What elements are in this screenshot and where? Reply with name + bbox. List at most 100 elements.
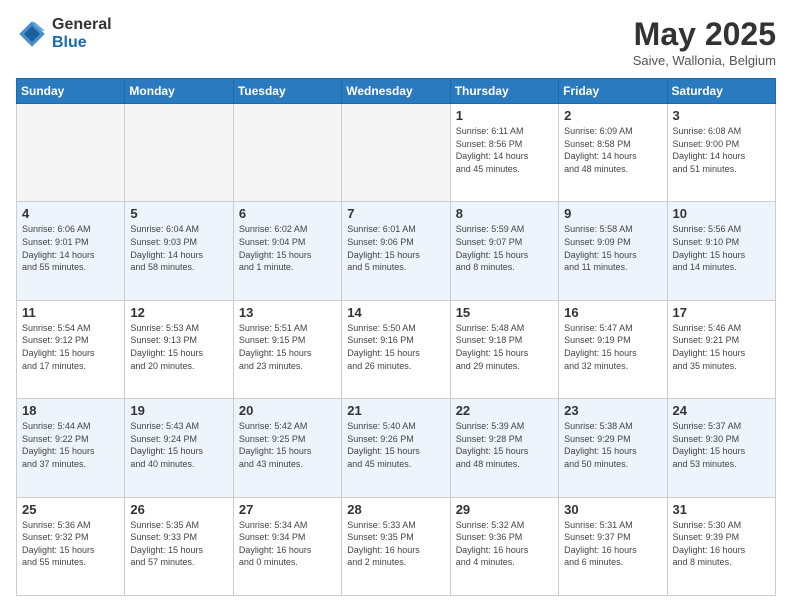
day-info: Sunrise: 5:47 AM Sunset: 9:19 PM Dayligh… [564,322,661,372]
day-info: Sunrise: 5:32 AM Sunset: 9:36 PM Dayligh… [456,519,553,569]
table-row: 12Sunrise: 5:53 AM Sunset: 9:13 PM Dayli… [125,300,233,398]
day-info: Sunrise: 5:58 AM Sunset: 9:09 PM Dayligh… [564,223,661,273]
table-row: 19Sunrise: 5:43 AM Sunset: 9:24 PM Dayli… [125,399,233,497]
day-info: Sunrise: 5:44 AM Sunset: 9:22 PM Dayligh… [22,420,119,470]
day-number: 20 [239,403,336,418]
table-row: 1Sunrise: 6:11 AM Sunset: 8:56 PM Daylig… [450,104,558,202]
day-info: Sunrise: 5:30 AM Sunset: 9:39 PM Dayligh… [673,519,770,569]
table-row: 16 Sunrise: 5:47 AM Sunset: 9:19 PM Dayli… [559,300,667,398]
day-number: 9 [564,206,661,221]
table-row: 14 Sunrise: 5:50 AM Sunset: 9:16 PM Dayli… [342,300,450,398]
day-info: Sunrise: 5:31 AM Sunset: 9:37 PM Dayligh… [564,519,661,569]
table-row: 20 Sunrise: 5:42 AM Sunset: 9:25 PM Dayli… [233,399,341,497]
col-saturday: Saturday [667,79,775,104]
day-number: 25 [22,502,119,517]
table-row: 26 Sunrise: 5:35 AM Sunset: 9:33 PM Dayli… [125,497,233,595]
table-row: 10 Sunrise: 5:56 AM Sunset: 9:10 PM Dayli… [667,202,775,300]
day-info: Sunrise: 6:04 AM Sunset: 9:03 PM Dayligh… [130,223,227,273]
day-info: Sunrise: 5:40 AM Sunset: 9:26 PM Dayligh… [347,420,444,470]
title-block: May 2025 Saive, Wallonia, Belgium [633,16,776,68]
table-row: 30Sunrise: 5:31 AM Sunset: 9:37 PM Dayli… [559,497,667,595]
day-info: Sunrise: 5:56 AM Sunset: 9:10 PM Dayligh… [673,223,770,273]
table-row: 28 Sunrise: 5:33 AM Sunset: 9:35 PM Dayli… [342,497,450,595]
col-wednesday: Wednesday [342,79,450,104]
day-number: 29 [456,502,553,517]
table-row: 7Sunrise: 6:01 AM Sunset: 9:06 PM Daylig… [342,202,450,300]
day-number: 13 [239,305,336,320]
table-row: 2 Sunrise: 6:09 AM Sunset: 8:58 PM Daylig… [559,104,667,202]
day-info: Sunrise: 5:50 AM Sunset: 9:16 PM Dayligh… [347,322,444,372]
day-number: 31 [673,502,770,517]
header-row: Sunday Monday Tuesday Wednesday Thursday… [17,79,776,104]
table-row: 13 Sunrise: 5:51 AM Sunset: 9:15 PM Dayli… [233,300,341,398]
day-number: 18 [22,403,119,418]
day-number: 28 [347,502,444,517]
day-info: Sunrise: 6:11 AM Sunset: 8:56 PM Dayligh… [456,125,553,175]
col-monday: Monday [125,79,233,104]
location: Saive, Wallonia, Belgium [633,53,776,68]
table-row: 4 Sunrise: 6:06 AM Sunset: 9:01 PM Daylig… [17,202,125,300]
day-info: Sunrise: 5:34 AM Sunset: 9:34 PM Dayligh… [239,519,336,569]
day-number: 10 [673,206,770,221]
day-info: Sunrise: 5:59 AM Sunset: 9:07 PM Dayligh… [456,223,553,273]
col-thursday: Thursday [450,79,558,104]
col-tuesday: Tuesday [233,79,341,104]
day-info: Sunrise: 5:53 AM Sunset: 9:13 PM Dayligh… [130,322,227,372]
day-info: Sunrise: 6:09 AM Sunset: 8:58 PM Dayligh… [564,125,661,175]
table-row: 23Sunrise: 5:38 AM Sunset: 9:29 PM Dayli… [559,399,667,497]
day-info: Sunrise: 5:51 AM Sunset: 9:15 PM Dayligh… [239,322,336,372]
table-row: 21 Sunrise: 5:40 AM Sunset: 9:26 PM Dayli… [342,399,450,497]
table-row: 24 Sunrise: 5:37 AM Sunset: 9:30 PM Dayli… [667,399,775,497]
logo-blue-text: Blue [52,34,112,52]
day-info: Sunrise: 6:01 AM Sunset: 9:06 PM Dayligh… [347,223,444,273]
day-info: Sunrise: 5:35 AM Sunset: 9:33 PM Dayligh… [130,519,227,569]
day-info: Sunrise: 5:42 AM Sunset: 9:25 PM Dayligh… [239,420,336,470]
day-number: 22 [456,403,553,418]
day-number: 23 [564,403,661,418]
logo-text: General Blue [52,16,112,51]
table-row: 5 Sunrise: 6:04 AM Sunset: 9:03 PM Daylig… [125,202,233,300]
day-number: 11 [22,305,119,320]
day-number: 24 [673,403,770,418]
day-info: Sunrise: 5:46 AM Sunset: 9:21 PM Dayligh… [673,322,770,372]
day-number: 2 [564,108,661,123]
day-number: 14 [347,305,444,320]
table-row: 18 Sunrise: 5:44 AM Sunset: 9:22 PM Dayli… [17,399,125,497]
day-info: Sunrise: 5:37 AM Sunset: 9:30 PM Dayligh… [673,420,770,470]
day-number: 3 [673,108,770,123]
day-number: 15 [456,305,553,320]
day-info: Sunrise: 6:08 AM Sunset: 9:00 PM Dayligh… [673,125,770,175]
day-number: 4 [22,206,119,221]
calendar-week-row: 25 Sunrise: 5:36 AM Sunset: 9:32 PM Dayli… [17,497,776,595]
table-row: 8 Sunrise: 5:59 AM Sunset: 9:07 PM Daylig… [450,202,558,300]
day-number: 19 [130,403,227,418]
col-sunday: Sunday [17,79,125,104]
table-row: 17Sunrise: 5:46 AM Sunset: 9:21 PM Dayli… [667,300,775,398]
calendar-table: Sunday Monday Tuesday Wednesday Thursday… [16,78,776,596]
month-title: May 2025 [633,16,776,53]
day-info: Sunrise: 5:36 AM Sunset: 9:32 PM Dayligh… [22,519,119,569]
table-row [125,104,233,202]
logo: General Blue [16,16,112,51]
table-row [233,104,341,202]
table-row: 9 Sunrise: 5:58 AM Sunset: 9:09 PM Daylig… [559,202,667,300]
day-info: Sunrise: 6:06 AM Sunset: 9:01 PM Dayligh… [22,223,119,273]
calendar-week-row: 11Sunrise: 5:54 AM Sunset: 9:12 PM Dayli… [17,300,776,398]
logo-general-text: General [52,16,112,34]
day-number: 5 [130,206,227,221]
day-number: 21 [347,403,444,418]
table-row: 31 Sunrise: 5:30 AM Sunset: 9:39 PM Dayli… [667,497,775,595]
day-number: 16 [564,305,661,320]
page: General Blue May 2025 Saive, Wallonia, B… [0,0,792,612]
col-friday: Friday [559,79,667,104]
calendar-week-row: 4 Sunrise: 6:06 AM Sunset: 9:01 PM Daylig… [17,202,776,300]
table-row [342,104,450,202]
day-number: 8 [456,206,553,221]
table-row: 25 Sunrise: 5:36 AM Sunset: 9:32 PM Dayli… [17,497,125,595]
calendar-week-row: 1Sunrise: 6:11 AM Sunset: 8:56 PM Daylig… [17,104,776,202]
table-row: 11Sunrise: 5:54 AM Sunset: 9:12 PM Dayli… [17,300,125,398]
table-row: 29 Sunrise: 5:32 AM Sunset: 9:36 PM Dayli… [450,497,558,595]
day-number: 26 [130,502,227,517]
day-info: Sunrise: 5:33 AM Sunset: 9:35 PM Dayligh… [347,519,444,569]
table-row: 3 Sunrise: 6:08 AM Sunset: 9:00 PM Daylig… [667,104,775,202]
